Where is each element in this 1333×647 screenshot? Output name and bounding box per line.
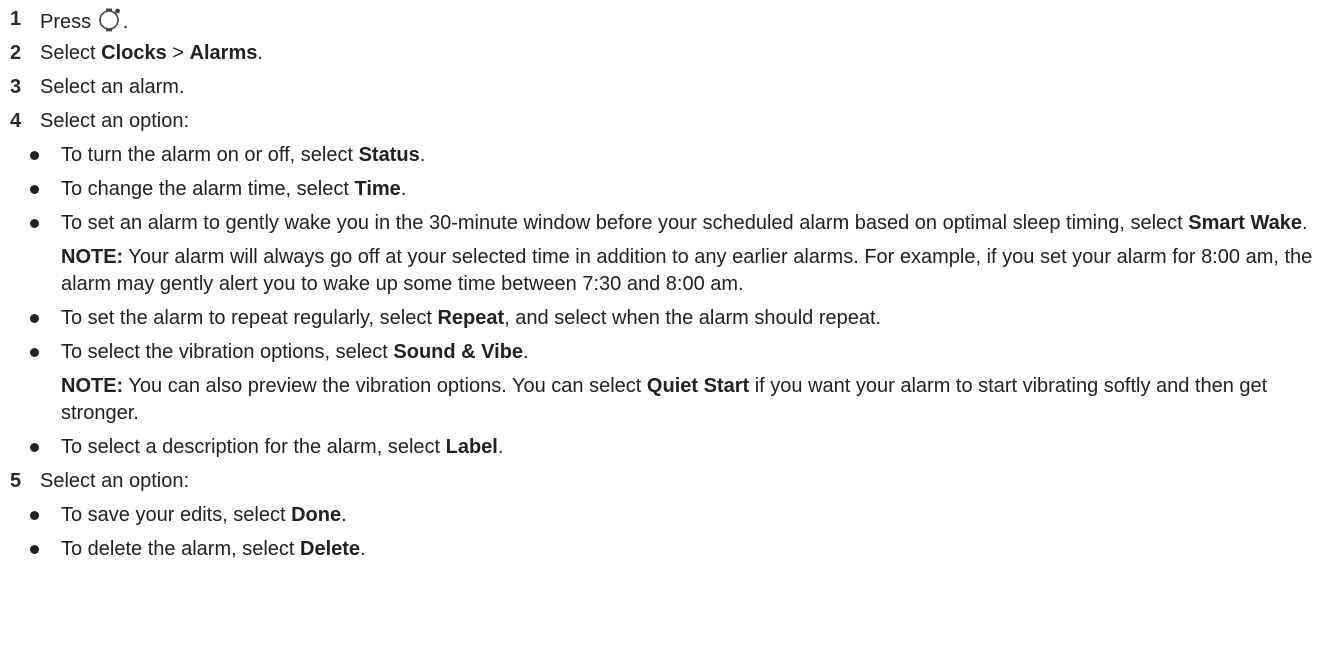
option-keyword: Done [291, 504, 342, 526]
menu-item-alarms: Alarms [189, 42, 258, 64]
step-4-options: To turn the alarm on or off, select Stat… [0, 142, 1333, 237]
step-text-end: . [122, 11, 129, 33]
step-4-options-continued: To set the alarm to repeat regularly, se… [0, 305, 1333, 366]
list-item: To delete the alarm, select Delete. [0, 536, 1333, 563]
option-text-end: . [400, 178, 407, 200]
instructions-document: 1 Press . 2 Select Clocks > Alarms. 3 Se… [0, 0, 1333, 563]
option-keyword: Repeat [437, 307, 505, 329]
step-5-options: To save your edits, select Done. To dele… [0, 502, 1333, 563]
step-text: Select [40, 42, 102, 64]
note-text: You can also preview the vibration optio… [123, 375, 647, 397]
list-item: To change the alarm time, select Time. [0, 176, 1333, 203]
step-text: Select an alarm. [40, 76, 185, 98]
menu-item-clocks: Clocks [101, 42, 167, 64]
note-text: Your alarm will always go off at your se… [61, 246, 1313, 295]
step-text: Select an option: [40, 470, 189, 492]
step-1: 1 Press . [0, 6, 1333, 40]
step-number: 3 [10, 76, 22, 98]
list-item: To select a description for the alarm, s… [0, 434, 1333, 461]
step-text: Select an option: [40, 110, 189, 132]
option-keyword: Status [358, 144, 420, 166]
option-keyword: Delete [300, 538, 361, 560]
note-label: NOTE: [61, 375, 124, 397]
note-sound-vibe: NOTE: You can also preview the vibration… [0, 373, 1333, 427]
list-item: To set an alarm to gently wake you in th… [0, 210, 1333, 237]
note-smart-wake: NOTE: Your alarm will always go off at y… [0, 244, 1333, 298]
option-text: To change the alarm time, select [61, 178, 355, 200]
step-number: 1 [10, 8, 22, 30]
step-2: 2 Select Clocks > Alarms. [0, 40, 1333, 74]
list-item: To turn the alarm on or off, select Stat… [0, 142, 1333, 169]
step-number: 4 [10, 110, 22, 132]
list-item: To save your edits, select Done. [0, 502, 1333, 529]
note-label: NOTE: [61, 246, 124, 268]
option-text: To delete the alarm, select [61, 538, 301, 560]
option-text: To set the alarm to repeat regularly, se… [61, 307, 438, 329]
bullet-dot [30, 185, 39, 194]
step-4-options-end: To select a description for the alarm, s… [0, 434, 1333, 461]
option-text-end: . [523, 341, 529, 363]
option-text-end: . [497, 436, 504, 458]
menu-separator: > [166, 42, 190, 64]
option-text-end: . [1302, 212, 1308, 234]
option-text-end: . [419, 144, 426, 166]
note-keyword: Quiet Start [646, 375, 750, 397]
bullet-dot [30, 348, 39, 357]
option-keyword: Sound & Vibe [393, 341, 524, 363]
option-keyword: Label [445, 436, 498, 458]
option-keyword: Time [354, 178, 401, 200]
option-text-end: , and select when the alarm should repea… [504, 307, 882, 329]
list-item: To set the alarm to repeat regularly, se… [0, 305, 1333, 332]
option-text: To select the vibration options, select [61, 341, 394, 363]
watch-button-icon [97, 6, 123, 32]
step-3: 3 Select an alarm. [0, 74, 1333, 108]
bullet-dot [30, 443, 39, 452]
step-5: 5 Select an option: [0, 468, 1333, 502]
step-4: 4 Select an option: [0, 108, 1333, 142]
step-text: Press [40, 11, 97, 33]
option-text-end: . [360, 538, 366, 560]
bullet-dot [30, 545, 39, 554]
option-text-end: . [341, 504, 347, 526]
bullet-dot [30, 151, 39, 160]
bullet-dot [30, 511, 39, 520]
option-text: To turn the alarm on or off, select [61, 144, 359, 166]
option-keyword: Smart Wake [1188, 212, 1303, 234]
bullet-dot [30, 314, 39, 323]
bullet-dot [30, 219, 39, 228]
option-text: To select a description for the alarm, s… [61, 436, 446, 458]
step-text-end: . [257, 42, 263, 64]
step-number: 2 [10, 42, 22, 64]
list-item: To select the vibration options, select … [0, 339, 1333, 366]
step-number: 5 [10, 470, 22, 492]
option-text: To save your edits, select [61, 504, 292, 526]
option-text: To set an alarm to gently wake you in th… [61, 212, 1189, 234]
